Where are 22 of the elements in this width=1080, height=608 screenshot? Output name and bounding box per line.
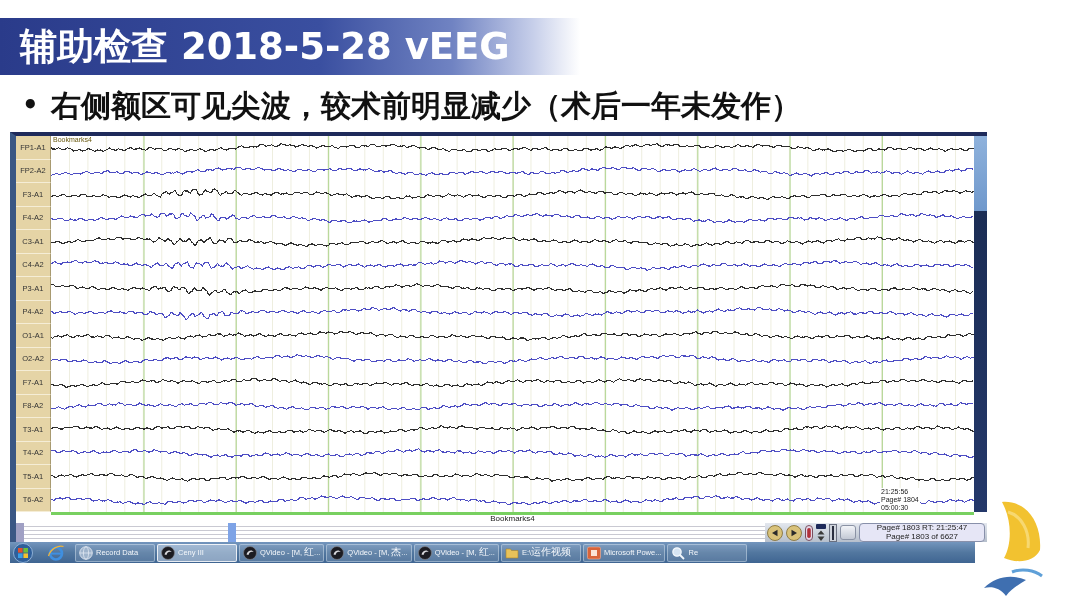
up-down-arrows-icon[interactable] xyxy=(816,523,826,542)
disc-swirl-icon xyxy=(243,545,257,560)
bullet-text: 右侧额区可见尖波，较术前明显减少（术后一年未发作） xyxy=(50,88,801,122)
browser-icon[interactable] xyxy=(47,543,65,562)
disc-swirl-icon xyxy=(330,545,345,560)
scrollbar-thumb[interactable] xyxy=(228,523,236,542)
pill-toggle-icon[interactable] xyxy=(805,524,813,541)
bookmark-label: Bookmarks4 xyxy=(490,515,535,523)
folder-icon xyxy=(504,545,519,560)
bullet-marker: • xyxy=(22,92,39,118)
disc-swirl-icon xyxy=(417,545,432,560)
slide-title: 辅助检查 2018-5-28 vEEG xyxy=(20,28,510,65)
horizontal-scrollbar[interactable] xyxy=(16,523,765,542)
disc-swirl-icon xyxy=(161,545,175,560)
page-status-text: Page# 1803 RT: 21:25:47 xyxy=(876,524,968,532)
vertical-scrollbar[interactable] xyxy=(974,136,987,512)
start-orb-icon[interactable] xyxy=(13,542,33,563)
globe-icon xyxy=(79,545,93,560)
vertical-slider-icon[interactable] xyxy=(829,523,837,542)
search-icon xyxy=(671,545,686,560)
page-status-text: Page# 1803 of 6627 xyxy=(885,532,959,541)
presentation-icon xyxy=(586,545,601,560)
